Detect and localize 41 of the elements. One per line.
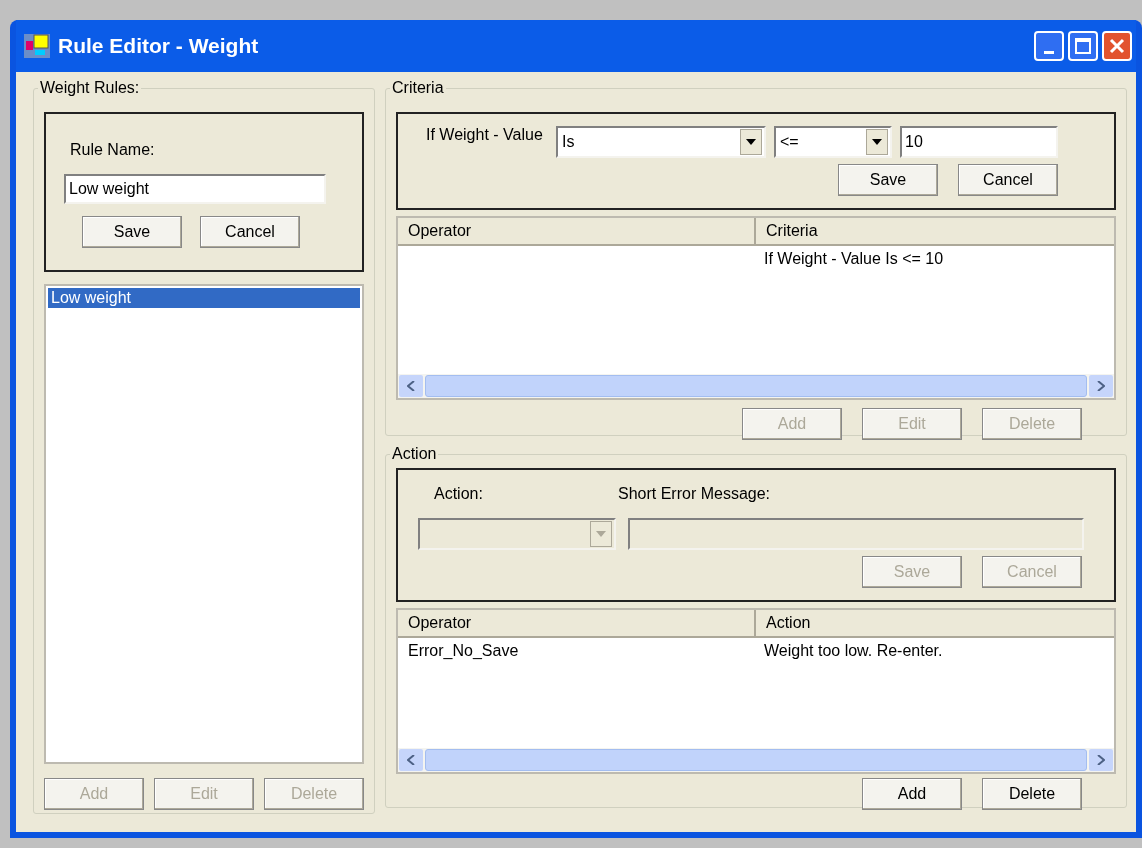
value-field[interactable]: 10 [900, 126, 1058, 158]
scroll-right-icon[interactable] [1089, 749, 1113, 771]
minimize-icon [1044, 51, 1054, 54]
button[interactable]: Delete [982, 778, 1082, 810]
rule-name-field[interactable]: Low weight [64, 174, 326, 204]
button[interactable]: Save [838, 164, 938, 196]
horizontal-scrollbar[interactable] [398, 748, 1114, 772]
scroll-left-icon[interactable] [399, 375, 423, 397]
dropdown[interactable]: Is [556, 126, 766, 158]
group-title: Action [391, 444, 438, 464]
field-label: Rule Name: [70, 140, 156, 160]
group-title: Criteria [391, 78, 445, 98]
field-label: Short Error Message: [618, 484, 771, 504]
table-cell: If Weight - Value Is <= 10 [764, 250, 944, 267]
window-title: Rule Editor - Weight [58, 33, 259, 60]
maximize-button[interactable] [1068, 31, 1098, 61]
maximize-icon [1075, 38, 1091, 54]
table-cell: Weight too low. Re-enter. [764, 642, 943, 659]
table-cell: Error_No_Save [408, 642, 519, 659]
scroll-thumb[interactable] [425, 375, 1087, 397]
close-icon [1109, 38, 1125, 54]
app-icon [24, 34, 50, 58]
button[interactable]: Add [862, 778, 962, 810]
list-item[interactable]: Low weight [48, 288, 360, 308]
column-header[interactable]: Operator [398, 218, 756, 244]
dropdown[interactable]: <= [774, 126, 892, 158]
minimize-button[interactable] [1034, 31, 1064, 61]
scroll-thumb[interactable] [425, 749, 1087, 771]
group-title: Weight Rules: [39, 78, 141, 98]
horizontal-scrollbar[interactable] [398, 374, 1114, 398]
button[interactable]: Cancel [958, 164, 1058, 196]
scroll-right-icon[interactable] [1089, 375, 1113, 397]
column-header[interactable]: Action [756, 610, 1114, 636]
button[interactable]: Save [82, 216, 182, 248]
close-button[interactable] [1102, 31, 1132, 61]
scroll-left-icon[interactable] [399, 749, 423, 771]
button[interactable]: Cancel [200, 216, 300, 248]
column-header[interactable]: Operator [398, 610, 756, 636]
column-header[interactable]: Criteria [756, 218, 1114, 244]
field-label: If Weight - Value [426, 126, 544, 145]
field-label: Action: [433, 484, 484, 504]
